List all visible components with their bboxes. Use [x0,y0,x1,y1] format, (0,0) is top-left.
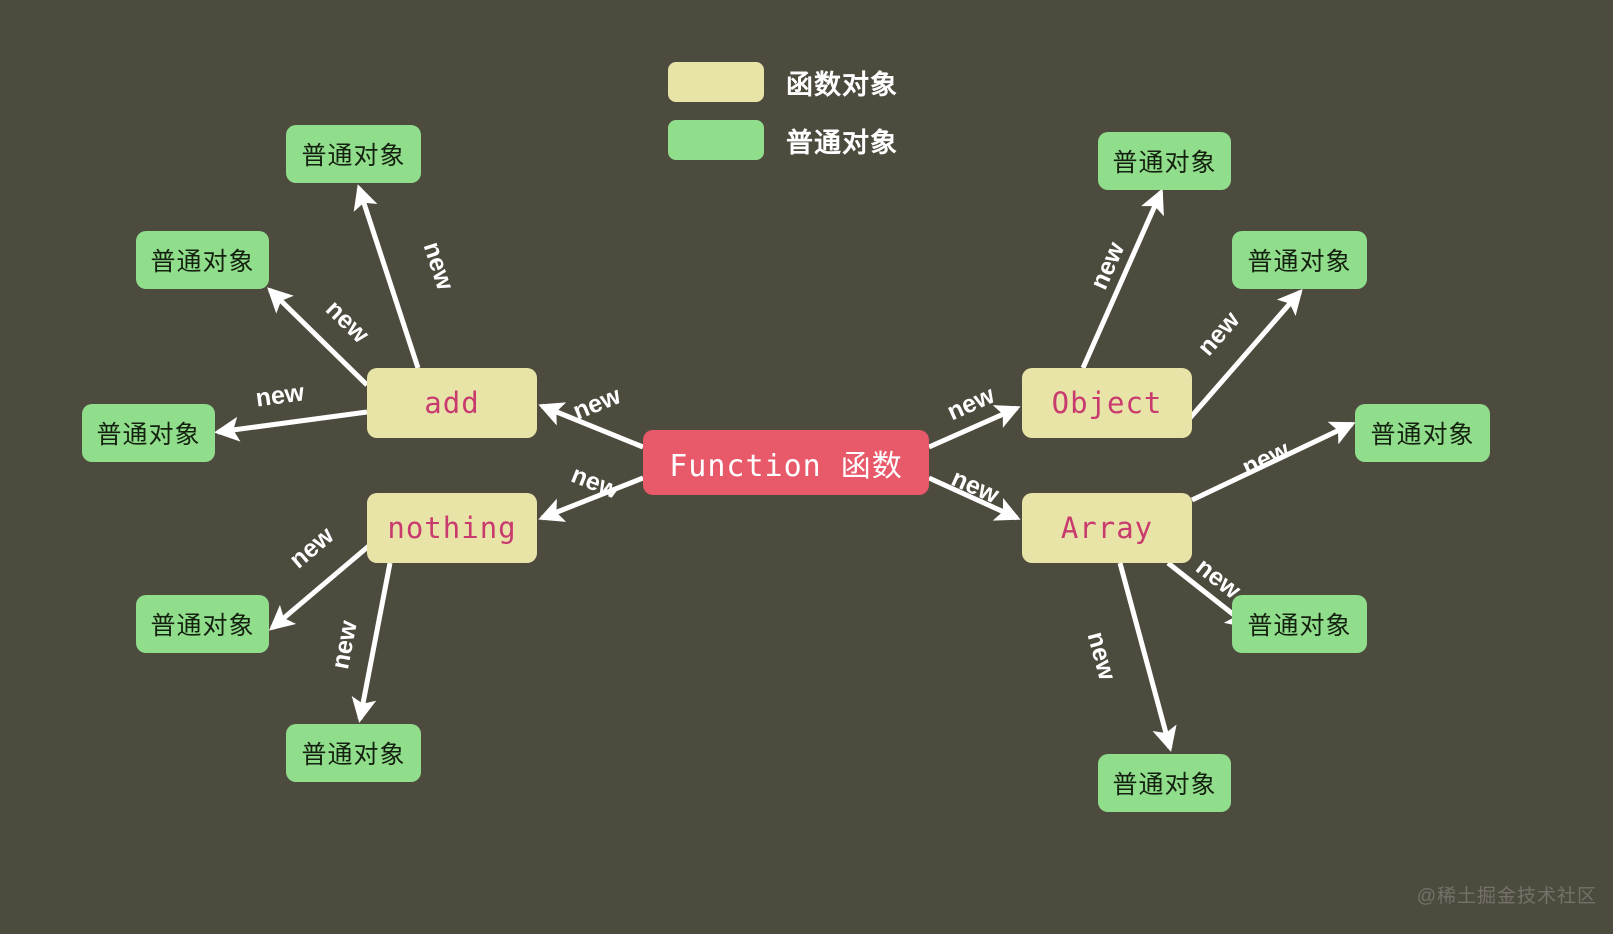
node-label: Array [1060,511,1154,545]
legend-label-function-object: 函数对象 [786,69,898,100]
function-object-swatch [668,62,764,102]
node-label: nothing [387,511,517,545]
edge-label-new: new [569,381,625,426]
node-label: Function 函数 [669,448,903,484]
node-label: 普通对象 [150,612,255,640]
node-arr-p2[interactable]: 普通对象 [1232,595,1367,653]
node-add-p1[interactable]: 普通对象 [286,125,421,183]
node-label: 普通对象 [150,248,255,276]
edge-label-new: new [417,238,460,294]
edge-label-new: new [567,460,623,505]
edge-add-to-add-p1 [353,184,421,369]
node-label: 普通对象 [301,741,406,769]
plain-object-swatch [668,120,764,160]
node-noth-p1[interactable]: 普通对象 [136,595,269,653]
node-array[interactable]: Array [1022,493,1192,563]
node-label: 普通对象 [1247,612,1352,640]
legend: 函数对象 普通对象 [668,62,898,178]
node-add[interactable]: add [367,368,537,438]
watermark: @稀土掘金技术社区 [1416,886,1597,907]
node-arr-p1[interactable]: 普通对象 [1355,404,1490,462]
edge-label-new: new [326,618,363,672]
legend-label-plain-object: 普通对象 [786,127,898,158]
edge-label-new: new [1084,237,1131,294]
node-arr-p3[interactable]: 普通对象 [1098,754,1231,812]
edge-label-new: new [253,378,306,413]
edge-label-new: new [947,463,1004,510]
node-obj-p2[interactable]: 普通对象 [1232,231,1367,289]
legend-item-function-object: 函数对象 [668,62,898,102]
edge-label-new: new [1237,435,1294,482]
diagram-canvas: Function 函数 add nothing Object Array 普通对象 普通对象… [0,0,1613,934]
node-label: 普通对象 [1112,771,1217,799]
edge-label-new: new [320,294,375,349]
node-label: 普通对象 [301,142,406,170]
node-label: 普通对象 [1112,149,1217,177]
node-label: Object [1051,386,1163,420]
legend-item-plain-object: 普通对象 [668,120,898,160]
node-add-p2[interactable]: 普通对象 [136,231,269,289]
edge-label-new: new [1192,306,1246,362]
node-label: 普通对象 [1370,421,1475,449]
node-noth-p2[interactable]: 普通对象 [286,724,421,782]
node-function[interactable]: Function 函数 [643,430,929,495]
node-nothing[interactable]: nothing [367,493,537,563]
node-label: 普通对象 [96,421,201,449]
edge-array-to-arr-p3 [1117,562,1177,752]
node-label: 普通对象 [1247,248,1352,276]
edge-label-new: new [942,380,999,427]
edge-add-to-add-p3 [214,409,368,442]
node-obj-p1[interactable]: 普通对象 [1098,132,1231,190]
node-object[interactable]: Object [1022,368,1192,438]
edge-label-new: new [1081,628,1122,683]
node-add-p3[interactable]: 普通对象 [82,404,215,462]
edge-label-new: new [284,521,340,575]
edge-nothing-to-noth-p2 [351,562,393,723]
node-label: add [424,386,480,420]
